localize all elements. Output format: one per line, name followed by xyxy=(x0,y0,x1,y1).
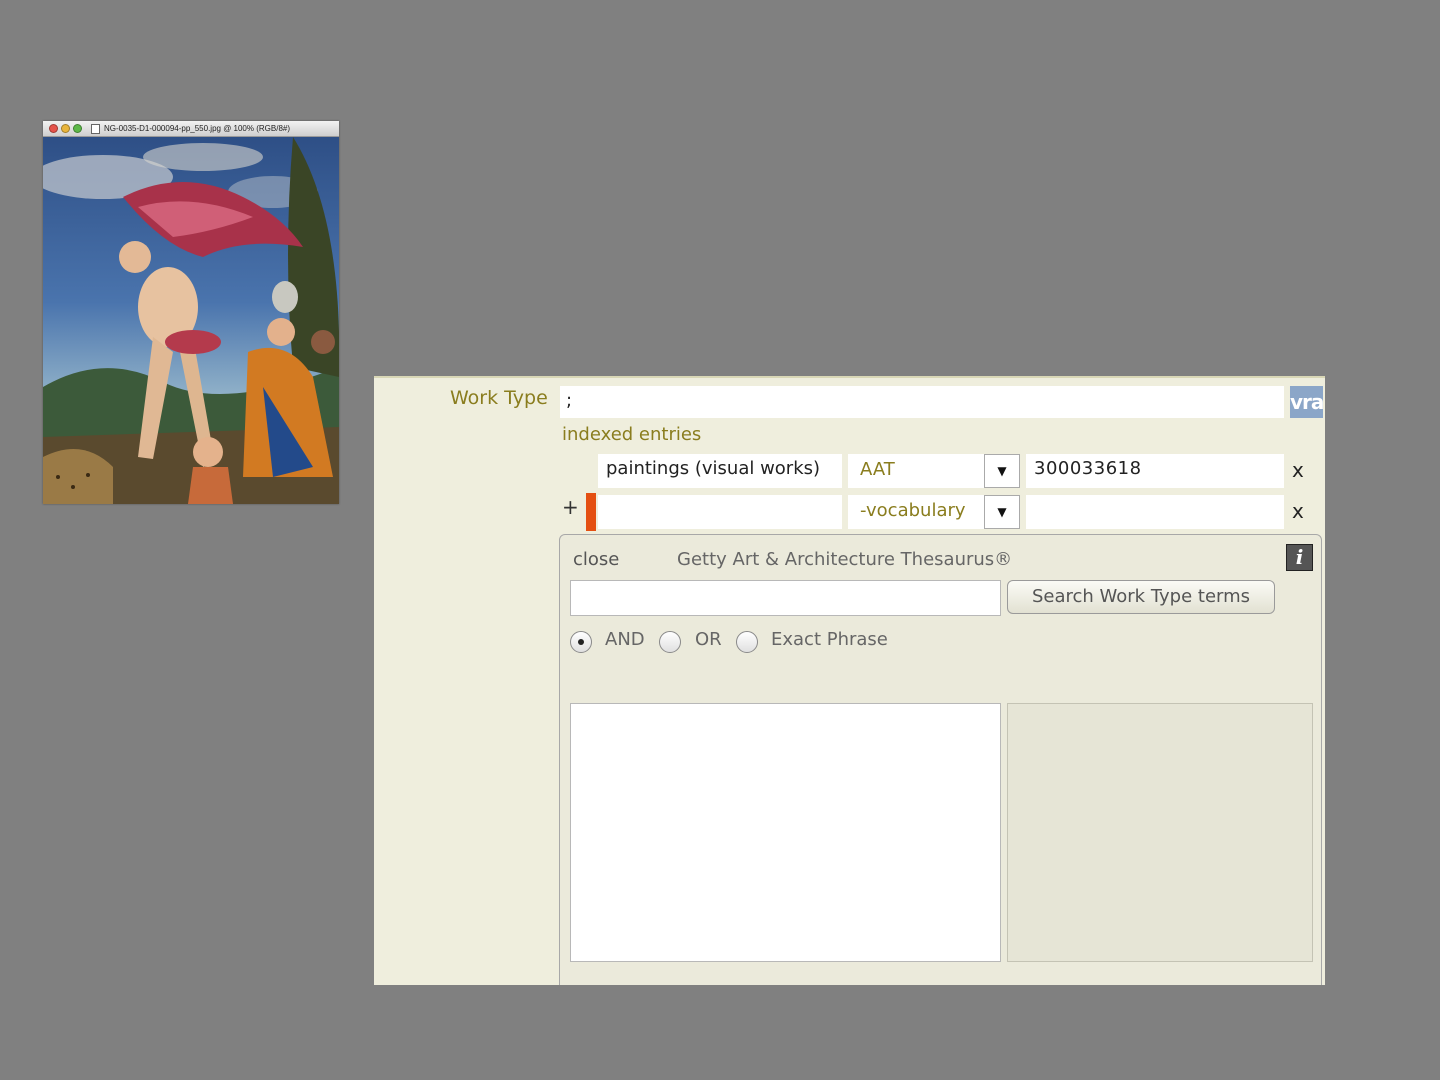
add-entry-button[interactable]: + xyxy=(562,495,579,519)
term-field[interactable]: paintings (visual works) xyxy=(598,454,842,488)
or-radio-label: OR xyxy=(695,629,722,650)
vocabulary-dropdown-icon[interactable]: ▼ xyxy=(984,454,1020,488)
image-window-title: NG-0035-D1-000094-pp_550.jpg @ 100% (RGB… xyxy=(104,124,291,133)
thesaurus-title: Getty Art & Architecture Thesaurus® xyxy=(677,549,1013,570)
work-type-label: Work Type xyxy=(450,387,548,409)
term-details-pane xyxy=(1007,703,1313,962)
search-input[interactable] xyxy=(570,580,1001,616)
thesaurus-search-box: close Getty Art & Architecture Thesaurus… xyxy=(559,534,1322,985)
vocabulary-dropdown-icon[interactable]: ▼ xyxy=(984,495,1020,529)
zoom-window-button[interactable] xyxy=(73,124,82,133)
image-window-titlebar[interactable]: NG-0035-D1-000094-pp_550.jpg @ 100% (RGB… xyxy=(43,121,339,137)
search-button[interactable]: Search Work Type terms xyxy=(1007,580,1275,614)
required-marker xyxy=(586,493,596,531)
indexed-entry-row: paintings (visual works) AAT ▼ 300033618… xyxy=(560,452,1320,490)
term-id-field[interactable]: 300033618 xyxy=(1026,454,1284,488)
and-radio[interactable] xyxy=(570,631,592,653)
remove-entry-button[interactable]: x xyxy=(1292,499,1304,523)
results-list[interactable] xyxy=(570,703,1001,962)
info-icon[interactable]: i xyxy=(1286,544,1313,571)
work-type-display-field[interactable]: ; xyxy=(560,386,1284,418)
and-radio-label: AND xyxy=(605,629,645,650)
image-window: NG-0035-D1-000094-pp_550.jpg @ 100% (RGB… xyxy=(43,121,339,504)
indexed-entry-row: + -vocabulary ▼ x xyxy=(560,493,1320,531)
document-icon xyxy=(91,123,100,134)
close-window-button[interactable] xyxy=(49,124,58,133)
remove-entry-button[interactable]: x xyxy=(1292,458,1304,482)
close-search-link[interactable]: close xyxy=(573,549,619,570)
minimize-window-button[interactable] xyxy=(61,124,70,133)
or-radio[interactable] xyxy=(659,631,681,653)
indexed-entries-label: indexed entries xyxy=(562,424,702,445)
painting-image xyxy=(43,137,339,504)
vra-badge[interactable]: vra xyxy=(1290,386,1323,418)
term-field[interactable] xyxy=(598,495,842,529)
work-type-panel: Work Type ; vra indexed entries painting… xyxy=(374,376,1325,985)
exact-phrase-radio-label: Exact Phrase xyxy=(771,629,888,650)
term-id-field[interactable] xyxy=(1026,495,1284,529)
exact-phrase-radio[interactable] xyxy=(736,631,758,653)
